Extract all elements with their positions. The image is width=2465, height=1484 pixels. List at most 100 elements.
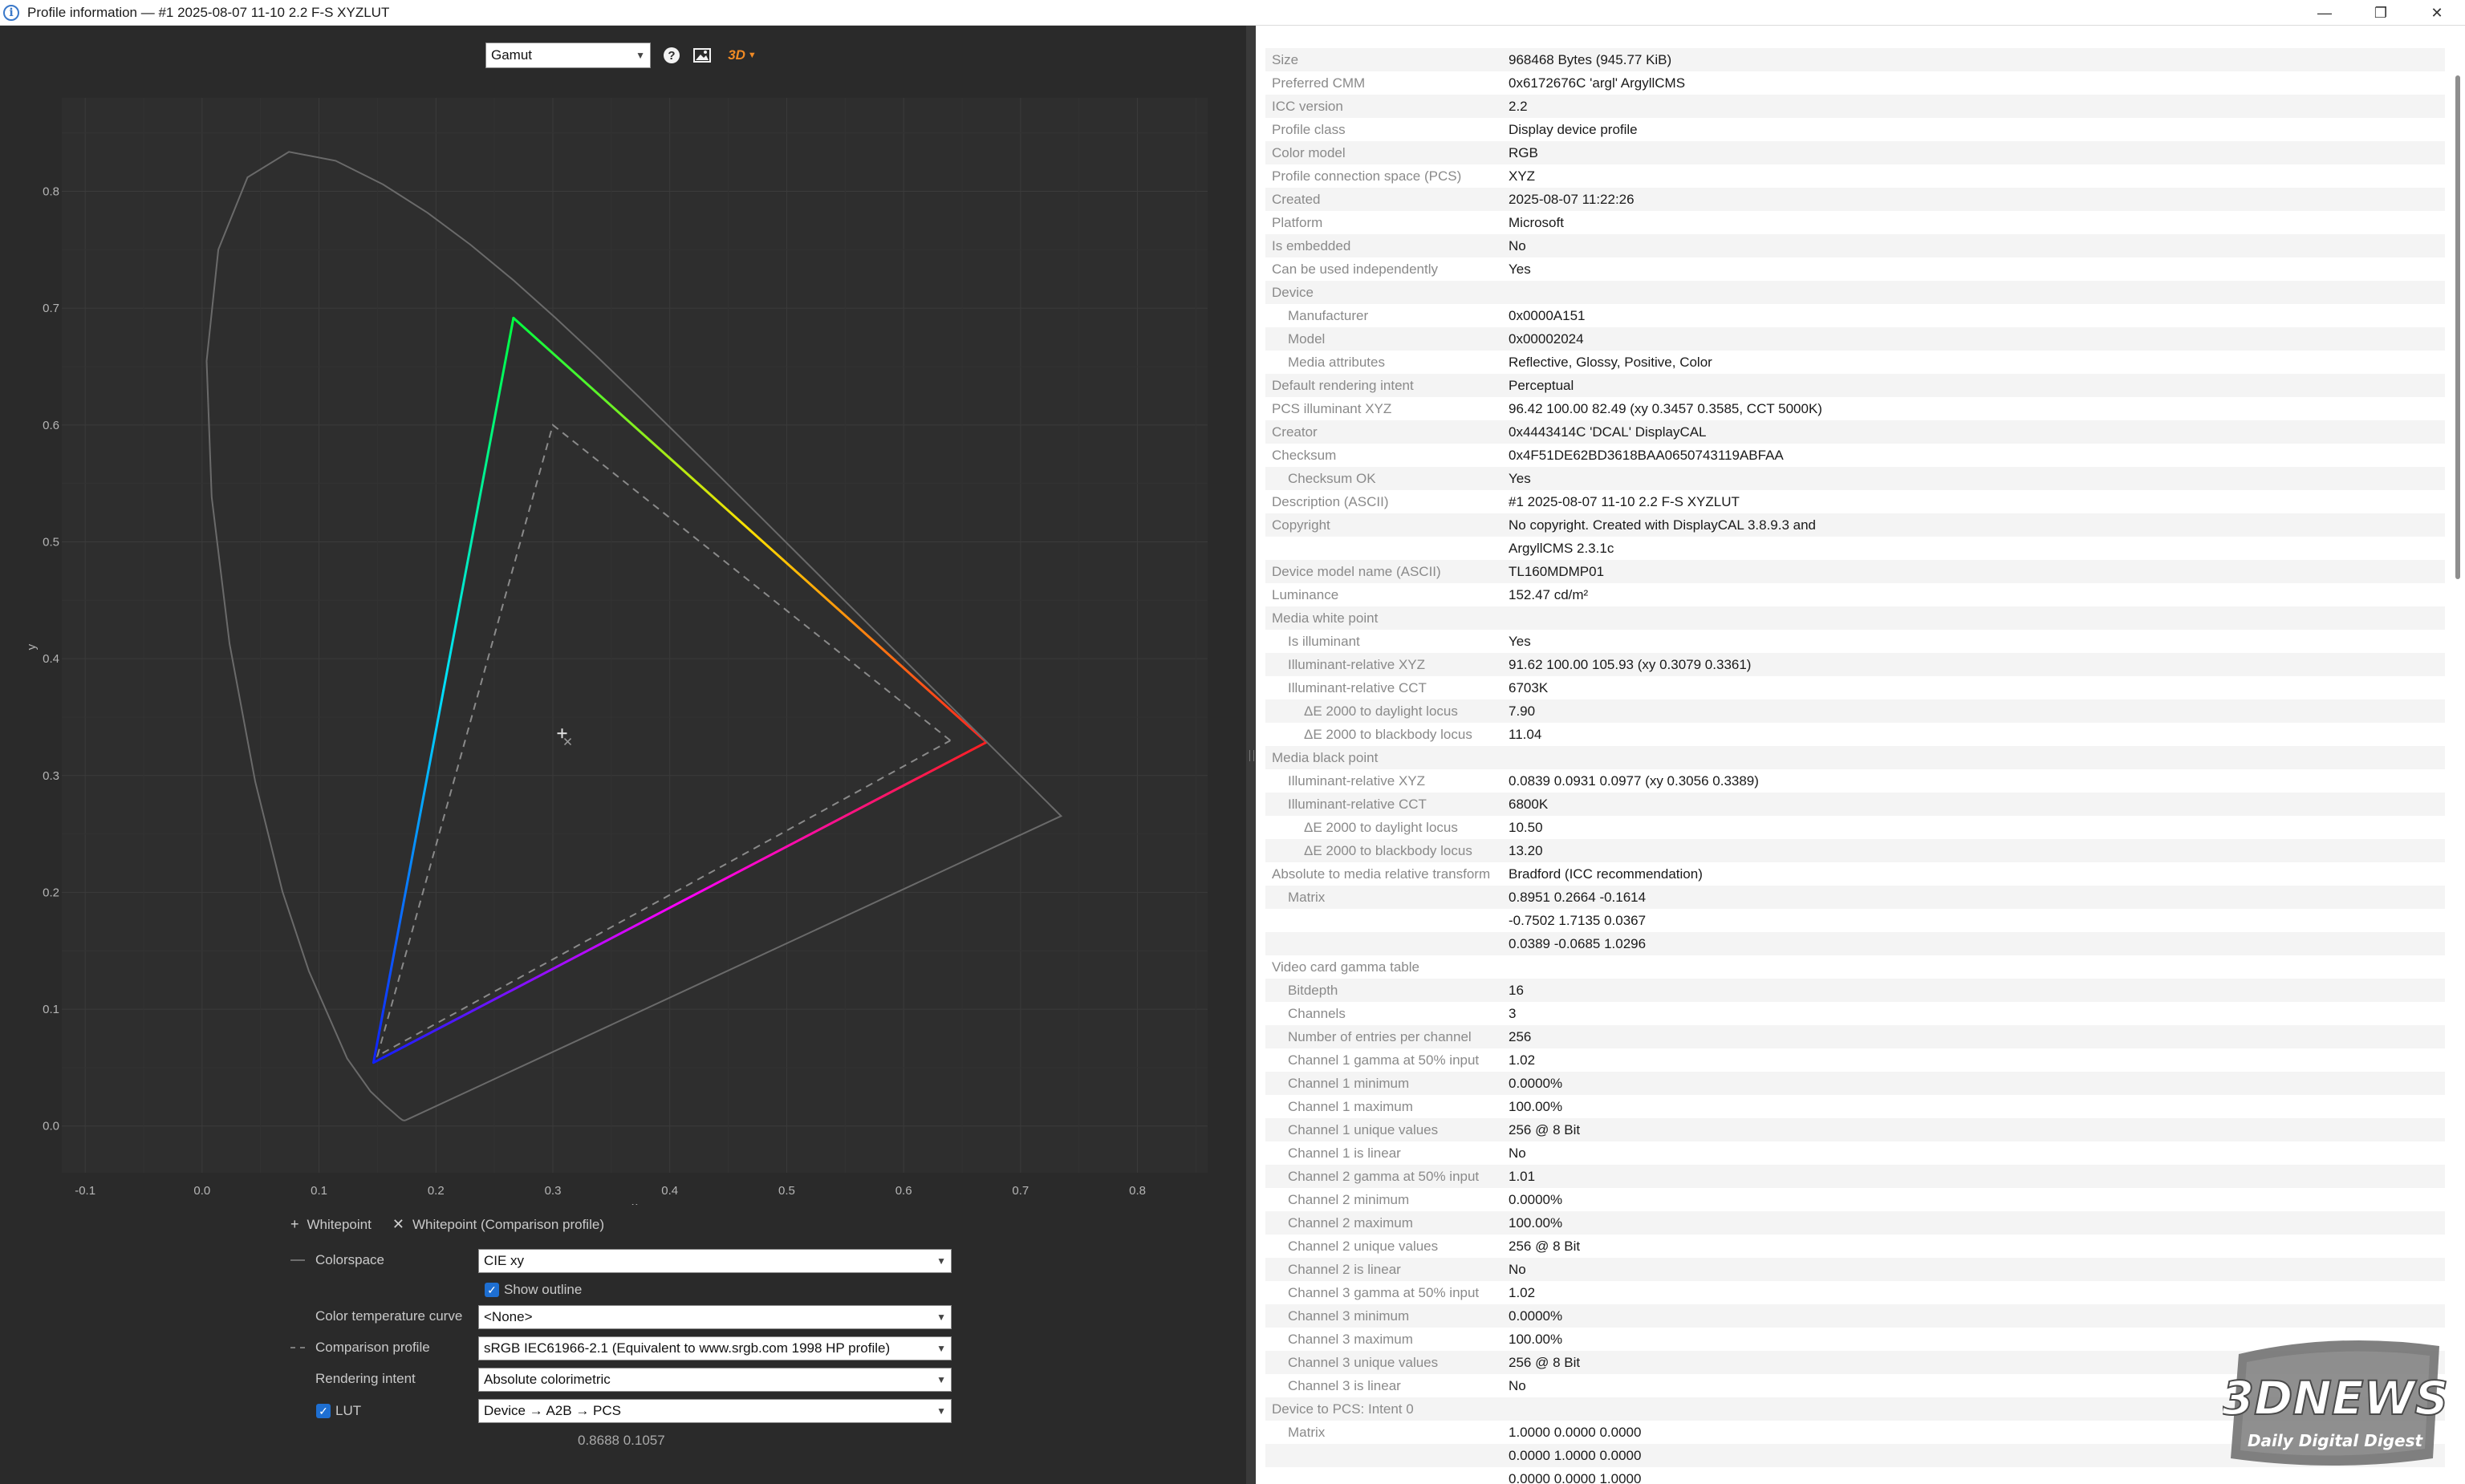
info-key: Created (1272, 191, 1321, 207)
info-value: 256 @ 8 Bit (1509, 1121, 1581, 1137)
info-key: Illuminant-relative CCT (1288, 796, 1427, 812)
info-row: Channel 2 minimum 0.0000% (1265, 1188, 2445, 1211)
info-value: 3 (1509, 1005, 1517, 1021)
info-value: Reflective, Glossy, Positive, Color (1509, 354, 1712, 370)
color-temp-label: Color temperature curve (315, 1308, 463, 1324)
info-row: Channel 1 is linear No (1265, 1141, 2445, 1165)
x-tick-label: -0.1 (75, 1184, 95, 1198)
info-value: 1.02 (1509, 1052, 1536, 1068)
info-key: Channel 2 unique values (1288, 1238, 1439, 1254)
info-key: Absolute to media relative transform (1272, 866, 1491, 882)
info-row: ArgyllCMS 2.3.1c (1265, 537, 2445, 560)
info-value: Yes (1509, 633, 1531, 649)
lut-select[interactable]: Device → A2B → PCS ▼ (478, 1399, 952, 1423)
gamut-chart[interactable]: -0.1 0.0 0.1 0.2 0.3 0.4 0.5 0.6 0.7 0.8 0.0 0.1 0.2… (0, 26, 1246, 1205)
info-value: 1.0000 0.0000 0.0000 (1509, 1424, 1642, 1440)
info-row: Channel 3 minimum 0.0000% (1265, 1304, 2445, 1328)
info-key: Channel 2 maximum (1288, 1214, 1413, 1231)
chevron-down-icon: ▼ (936, 1312, 946, 1323)
color-temp-select[interactable]: <None> ▼ (478, 1305, 952, 1329)
info-value: 11.04 (1509, 726, 1542, 742)
info-row: Channel 2 is linear No (1265, 1258, 2445, 1281)
info-scrollbar[interactable] (2451, 26, 2465, 1484)
info-value: 1.02 (1509, 1284, 1536, 1300)
chart-legend: + Whitepoint ✕ Whitepoint (Comparison pr… (290, 1216, 604, 1233)
info-key: Platform (1272, 214, 1323, 230)
info-value: 100.00% (1509, 1331, 1563, 1347)
close-button[interactable]: ✕ (2409, 0, 2465, 26)
info-key: Creator (1272, 424, 1318, 440)
info-icon: i (3, 4, 19, 21)
info-row: Number of entries per channel 256 (1265, 1025, 2445, 1048)
x-tick-label: 0.7 (1012, 1184, 1029, 1198)
cross-icon: ✕ (392, 1216, 404, 1232)
info-value: No (1509, 1261, 1526, 1277)
info-key: Model (1288, 330, 1326, 347)
legend-whitepoint: Whitepoint (307, 1216, 372, 1232)
info-row: Color model RGB (1265, 141, 2445, 164)
info-row: Channel 2 maximum 100.00% (1265, 1211, 2445, 1235)
info-key: Profile class (1272, 121, 1346, 137)
colorspace-label: Colorspace (315, 1252, 384, 1267)
info-value: ArgyllCMS 2.3.1c (1509, 540, 1614, 556)
info-row: ΔE 2000 to daylight locus 7.90 (1265, 699, 2445, 723)
info-key: Media attributes (1288, 354, 1385, 370)
splitter-grip-icon[interactable] (1249, 750, 1254, 761)
comparison-select[interactable]: sRGB IEC61966-2.1 (Equivalent to www.srg… (478, 1336, 952, 1360)
info-value: 0x0000A151 (1509, 307, 1586, 323)
info-row: Bitdepth 16 (1265, 979, 2445, 1002)
info-key: Matrix (1288, 889, 1326, 905)
info-row: Channel 1 gamma at 50% input 1.02 (1265, 1048, 2445, 1072)
info-row: Matrix 0.8951 0.2664 -0.1614 (1265, 886, 2445, 909)
checkmark-icon: ✓ (485, 1283, 499, 1297)
info-key: Device (1272, 284, 1314, 300)
info-key: Channel 2 gamma at 50% input (1288, 1168, 1480, 1184)
x-tick-label: 0.6 (895, 1184, 912, 1198)
y-axis-label: y (25, 643, 39, 650)
intent-select[interactable]: Absolute colorimetric ▼ (478, 1368, 952, 1392)
info-key: Illuminant-relative XYZ (1288, 772, 1426, 789)
info-row: Channel 2 unique values 256 @ 8 Bit (1265, 1235, 2445, 1258)
info-value: 0.0389 -0.0685 1.0296 (1509, 935, 1647, 951)
info-value: 0.0000 1.0000 0.0000 (1509, 1447, 1642, 1463)
x-axis-label: x (631, 1200, 638, 1205)
info-row: ΔE 2000 to blackbody locus 13.20 (1265, 839, 2445, 862)
info-value: No copyright. Created with DisplayCAL 3.… (1509, 517, 1817, 533)
info-value: 6800K (1509, 796, 1549, 812)
info-row: Creator 0x4443414C 'DCAL' DisplayCAL (1265, 420, 2445, 444)
lut-value: Device → A2B → PCS (484, 1403, 622, 1418)
info-value: No (1509, 237, 1526, 253)
info-key: Device model name (ASCII) (1272, 563, 1441, 579)
info-key: Can be used independently (1272, 261, 1438, 277)
info-value: 6703K (1509, 679, 1549, 695)
x-tick-label: 0.0 (193, 1184, 210, 1198)
info-row: Video card gamma table (1265, 955, 2445, 979)
info-value: Bradford (ICC recommendation) (1509, 866, 1703, 882)
restore-button[interactable]: ❐ (2353, 0, 2409, 26)
info-key: Is illuminant (1288, 633, 1360, 649)
y-tick-label: 0.8 (43, 185, 59, 199)
info-row: Profile connection space (PCS) XYZ (1265, 164, 2445, 188)
minimize-button[interactable]: — (2296, 0, 2353, 26)
info-row: Device model name (ASCII) TL160MDMP01 (1265, 560, 2445, 583)
info-key: Profile connection space (PCS) (1272, 168, 1462, 184)
window-controls: — ❐ ✕ (2296, 0, 2465, 26)
info-row: Luminance 152.47 cd/m² (1265, 583, 2445, 606)
lut-checkbox[interactable]: ✓ LUT (316, 1403, 361, 1419)
cursor-coordinates: 0.8688 0.1057 (578, 1433, 665, 1448)
scrollbar-thumb[interactable] (2455, 75, 2460, 579)
plus-icon: + (290, 1216, 299, 1232)
info-row: Size 968468 Bytes (945.77 KiB) (1265, 48, 2445, 71)
info-row: Is embedded No (1265, 234, 2445, 257)
info-value: 152.47 cd/m² (1509, 586, 1589, 602)
colorspace-row: Colorspace CIE xy ▼ (0, 1247, 1246, 1274)
colorspace-select[interactable]: CIE xy ▼ (478, 1249, 952, 1273)
show-outline-checkbox[interactable]: ✓ Show outline (485, 1282, 582, 1298)
info-key: Channel 2 minimum (1288, 1191, 1410, 1207)
info-key: Media black point (1272, 749, 1379, 765)
comparison-label: Comparison profile (315, 1340, 430, 1355)
info-key: Copyright (1272, 517, 1330, 533)
info-key: Channel 3 maximum (1288, 1331, 1413, 1347)
info-row: Media black point (1265, 746, 2445, 769)
chevron-down-icon: ▼ (936, 1255, 946, 1267)
